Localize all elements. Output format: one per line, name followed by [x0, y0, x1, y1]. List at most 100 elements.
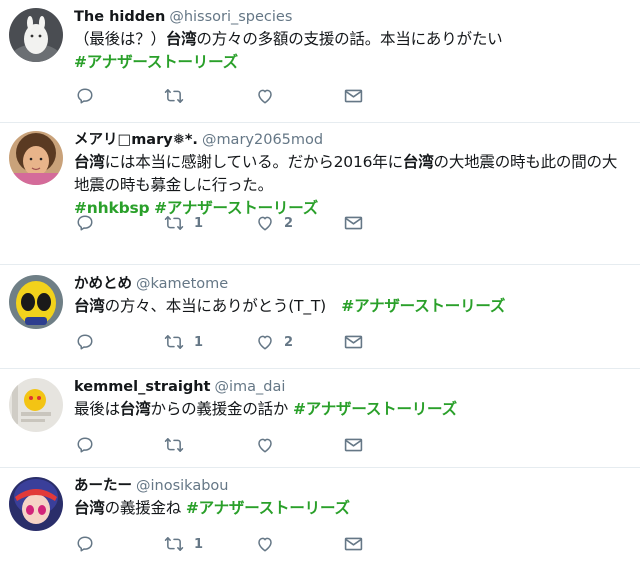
- retweet-button[interactable]: [164, 435, 194, 455]
- tweet-header: kemmel_straight @ima_dai: [74, 378, 632, 396]
- like-count: 2: [284, 215, 294, 231]
- user-handle[interactable]: @ima_dai: [214, 379, 285, 395]
- display-name[interactable]: メアリ□mary❅*.: [74, 132, 198, 148]
- heart-icon: [256, 535, 274, 553]
- tweet-header: The hidden @hissori_species: [74, 8, 632, 26]
- tweet-text-segment: 地震の時も募金しに行った。: [74, 176, 273, 194]
- envelope-icon: [344, 437, 363, 453]
- display-name[interactable]: kemmel_straight: [74, 379, 210, 395]
- avatar[interactable]: [9, 477, 63, 531]
- tweet-header: かめとめ @kametome: [74, 275, 632, 293]
- retweet-button[interactable]: 1: [164, 534, 203, 554]
- tweet-text-segment: の方々の多額の支援の話。本当にありがたい: [196, 30, 503, 48]
- tweet[interactable]: あーたー @inosikabou 台湾の義援金ね #アナザーストーリーズ 1: [0, 468, 640, 567]
- tweet-text-segment: の方々、本当にありがとう(T_T): [104, 297, 342, 315]
- retweet-button[interactable]: [164, 86, 194, 106]
- tweet-text-segment: の大地震の時も此の間の大: [433, 153, 618, 171]
- tweet[interactable]: kemmel_straight @ima_dai 最後は台湾からの義援金の話か #…: [0, 369, 640, 468]
- highlighted-term: 台湾: [74, 153, 105, 171]
- reply-button[interactable]: [76, 435, 104, 455]
- envelope-icon: [344, 334, 363, 350]
- heart-icon: [256, 214, 274, 232]
- tweet[interactable]: メアリ□mary❅*. @mary2065mod 台湾には本当に感謝している。だか…: [0, 123, 640, 265]
- avatar[interactable]: [9, 131, 63, 185]
- tweet-text-line: 台湾には本当に感謝している。だから2016年に台湾の大地震の時も此の間の大: [74, 151, 632, 174]
- like-button[interactable]: 2: [256, 332, 293, 352]
- tweet-text: 台湾の義援金ね #アナザーストーリーズ: [74, 497, 632, 520]
- tweet[interactable]: The hidden @hissori_species （最後は？）台湾の方々の多…: [0, 0, 640, 123]
- heart-icon: [256, 333, 274, 351]
- tweet-text: 最後は台湾からの義援金の話か #アナザーストーリーズ: [74, 398, 632, 421]
- hashtag-link[interactable]: #アナザーストーリーズ: [186, 499, 350, 517]
- reply-icon: [76, 333, 94, 351]
- tweet-text-line: （最後は？）台湾の方々の多額の支援の話。本当にありがたい: [74, 28, 632, 51]
- retweet-icon: [164, 214, 184, 232]
- envelope-icon: [344, 88, 363, 104]
- direct-message-button[interactable]: [344, 435, 363, 455]
- hashtag-link[interactable]: #アナザーストーリーズ: [341, 297, 505, 315]
- retweet-button[interactable]: 1: [164, 332, 203, 352]
- like-button[interactable]: [256, 86, 284, 106]
- tweet-text: 台湾には本当に感謝している。だから2016年に台湾の大地震の時も此の間の大 地震の…: [74, 151, 632, 220]
- display-name[interactable]: The hidden: [74, 9, 165, 25]
- tweet-text: 台湾の方々、本当にありがとう(T_T) #アナザーストーリーズ: [74, 295, 632, 318]
- highlighted-term: 台湾: [119, 400, 151, 418]
- tweet-text-segment: には本当に感謝している。だから2016年に: [104, 153, 403, 171]
- tweet-text-segment: （最後は？）: [74, 30, 166, 48]
- reply-icon: [76, 436, 94, 454]
- user-handle[interactable]: @hissori_species: [169, 9, 292, 25]
- highlighted-term: 台湾: [74, 297, 105, 315]
- tweet-header: あーたー @inosikabou: [74, 477, 632, 495]
- heart-icon: [256, 87, 274, 105]
- tweet-text: （最後は？）台湾の方々の多額の支援の話。本当にありがたい #アナザーストーリーズ: [74, 28, 632, 74]
- retweet-icon: [164, 436, 184, 454]
- tweet-text-line: #アナザーストーリーズ: [74, 51, 632, 74]
- envelope-icon: [344, 215, 363, 231]
- display-name[interactable]: かめとめ: [74, 276, 132, 292]
- highlighted-term: 台湾: [402, 153, 434, 171]
- reply-icon: [76, 87, 94, 105]
- reply-button[interactable]: [76, 213, 104, 233]
- retweet-count: 1: [194, 215, 204, 231]
- tweet-timeline: The hidden @hissori_species （最後は？）台湾の方々の多…: [0, 0, 640, 567]
- direct-message-button[interactable]: [344, 213, 363, 233]
- direct-message-button[interactable]: [344, 332, 363, 352]
- tweet-text-line: 台湾の方々、本当にありがとう(T_T) #アナザーストーリーズ: [74, 295, 632, 318]
- retweet-icon: [164, 87, 184, 105]
- tweet-text-line: 地震の時も募金しに行った。: [74, 174, 632, 197]
- display-name[interactable]: あーたー: [74, 478, 132, 494]
- tweet-text-line: 最後は台湾からの義援金の話か #アナザーストーリーズ: [74, 398, 632, 421]
- user-handle[interactable]: @kametome: [136, 276, 228, 292]
- like-button[interactable]: [256, 534, 284, 554]
- direct-message-button[interactable]: [344, 534, 363, 554]
- hashtag-link[interactable]: #アナザーストーリーズ: [74, 53, 238, 71]
- retweet-count: 1: [194, 536, 204, 552]
- highlighted-term: 台湾: [74, 499, 105, 517]
- avatar[interactable]: [9, 8, 63, 62]
- retweet-button[interactable]: 1: [164, 213, 203, 233]
- envelope-icon: [344, 536, 363, 552]
- like-button[interactable]: [256, 435, 284, 455]
- retweet-count: 1: [194, 334, 204, 350]
- user-handle[interactable]: @mary2065mod: [202, 132, 323, 148]
- reply-button[interactable]: [76, 332, 104, 352]
- reply-button[interactable]: [76, 534, 104, 554]
- direct-message-button[interactable]: [344, 86, 363, 106]
- avatar[interactable]: [9, 275, 63, 329]
- tweet-text-segment: 最後は: [74, 400, 120, 418]
- reply-icon: [76, 214, 94, 232]
- tweet-text-line: 台湾の義援金ね #アナザーストーリーズ: [74, 497, 632, 520]
- retweet-icon: [164, 333, 184, 351]
- like-button[interactable]: 2: [256, 213, 293, 233]
- tweet[interactable]: かめとめ @kametome 台湾の方々、本当にありがとう(T_T) #アナザース…: [0, 265, 640, 369]
- tweet-text-segment: の義援金ね: [104, 499, 186, 517]
- avatar[interactable]: [9, 378, 63, 432]
- heart-icon: [256, 436, 274, 454]
- reply-icon: [76, 535, 94, 553]
- user-handle[interactable]: @inosikabou: [136, 478, 228, 494]
- reply-button[interactable]: [76, 86, 104, 106]
- tweet-header: メアリ□mary❅*. @mary2065mod: [74, 131, 632, 149]
- highlighted-term: 台湾: [165, 30, 197, 48]
- hashtag-link[interactable]: #アナザーストーリーズ: [293, 400, 457, 418]
- retweet-icon: [164, 535, 184, 553]
